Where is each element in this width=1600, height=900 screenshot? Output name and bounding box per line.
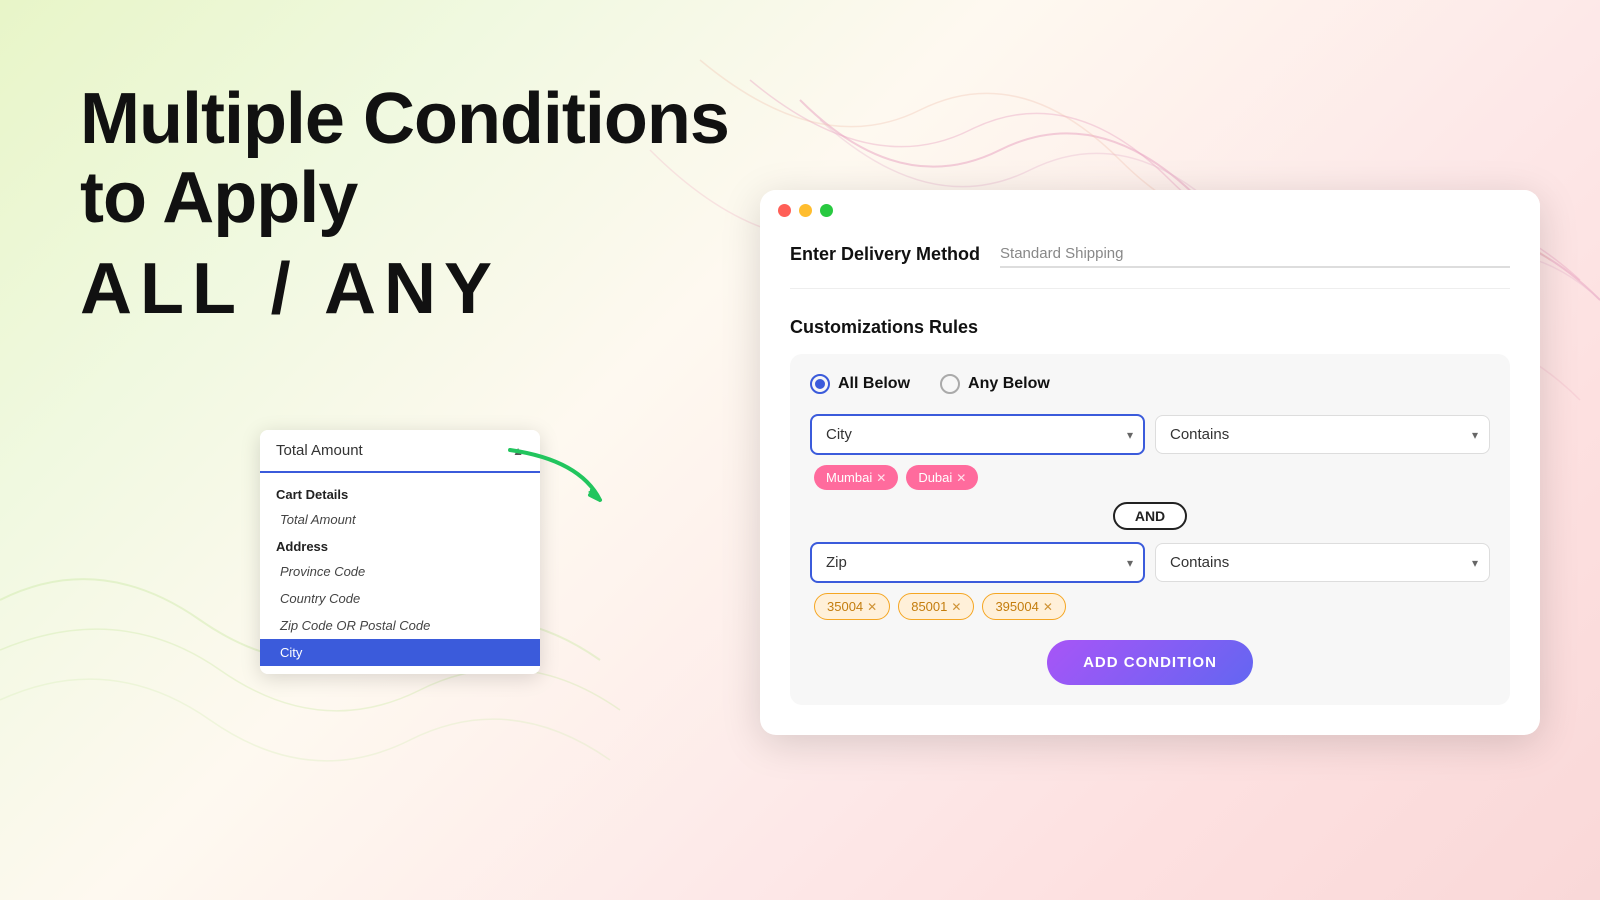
city-tag-mumbai[interactable]: Mumbai ✕ [814, 465, 898, 490]
toggle-any-below-label: Any Below [968, 375, 1050, 393]
address-section-label: Address [260, 533, 540, 558]
condition-row-city: City Zip Province Code Country Code Tota… [810, 414, 1490, 455]
city-tag-dubai[interactable]: Dubai ✕ [906, 465, 978, 490]
rule-toggle-row: All Below Any Below [810, 374, 1490, 394]
city-tag-mumbai-text: Mumbai [826, 470, 872, 485]
subtitle: ALL / ANY [80, 248, 729, 330]
zip-operator-select[interactable]: Contains Does not contain Equals [1155, 543, 1490, 582]
zip-tag-395004[interactable]: 395004 ✕ [982, 593, 1065, 620]
zip-tag-85001-close-icon[interactable]: ✕ [951, 600, 961, 614]
city-operator-select[interactable]: Contains Does not contain Equals [1155, 415, 1490, 454]
app-window: Enter Delivery Method Customizations Rul… [760, 190, 1540, 735]
condition-row-zip: City Zip Province Code Country Code Tota… [810, 542, 1490, 583]
zip-tag-85001-text: 85001 [911, 599, 947, 614]
zip-tag-35004-close-icon[interactable]: ✕ [867, 600, 877, 614]
dropdown-item-total-amount[interactable]: Total Amount [260, 506, 540, 533]
rules-title: Customizations Rules [790, 317, 1510, 338]
delivery-method-input[interactable] [1000, 241, 1510, 268]
zip-tag-85001[interactable]: 85001 ✕ [898, 593, 974, 620]
title-line2: to Apply [80, 158, 357, 238]
dropdown-item-zip-code[interactable]: Zip Code OR Postal Code [260, 612, 540, 639]
zip-operator-wrapper: Contains Does not contain Equals ▾ [1155, 543, 1490, 582]
dropdown-menu: Cart Details Total Amount Address Provin… [260, 473, 540, 674]
city-field-wrapper: City Zip Province Code Country Code Tota… [810, 414, 1145, 455]
window-titlebar [760, 190, 1540, 231]
dropdown-overlay: Total Amount ▲ Cart Details Total Amount… [260, 430, 540, 674]
dropdown-item-city[interactable]: City [260, 639, 540, 666]
cart-details-section-label: Cart Details [260, 481, 540, 506]
dropdown-item-country-code[interactable]: Country Code [260, 585, 540, 612]
window-body: Enter Delivery Method Customizations Rul… [760, 231, 1540, 735]
rules-section: Customizations Rules All Below Any Below [790, 317, 1510, 705]
zip-tag-395004-close-icon[interactable]: ✕ [1043, 600, 1053, 614]
zip-tag-395004-text: 395004 [995, 599, 1038, 614]
zip-tags-row: 35004 ✕ 85001 ✕ 395004 ✕ [810, 593, 1490, 620]
city-field-select[interactable]: City Zip Province Code Country Code Tota… [810, 414, 1145, 455]
delivery-method-label: Enter Delivery Method [790, 244, 980, 265]
titlebar-dot-yellow[interactable] [799, 204, 812, 217]
city-tags-row: Mumbai ✕ Dubai ✕ [810, 465, 1490, 490]
zip-field-wrapper: City Zip Province Code Country Code Tota… [810, 542, 1145, 583]
and-badge: AND [1113, 502, 1187, 530]
radio-all-below-inner [815, 379, 825, 389]
dropdown-trigger[interactable]: Total Amount ▲ [260, 430, 540, 473]
titlebar-dot-red[interactable] [778, 204, 791, 217]
toggle-all-below-label: All Below [838, 375, 910, 393]
add-condition-row: ADD CONDITION [810, 640, 1490, 685]
radio-all-below[interactable] [810, 374, 830, 394]
zip-tag-35004-text: 35004 [827, 599, 863, 614]
city-tag-dubai-text: Dubai [918, 470, 952, 485]
toggle-any-below[interactable]: Any Below [940, 374, 1050, 394]
title-line1: Multiple Conditions [80, 79, 729, 159]
delivery-method-row: Enter Delivery Method [790, 241, 1510, 289]
radio-any-below[interactable] [940, 374, 960, 394]
dropdown-trigger-text: Total Amount [276, 442, 363, 459]
zip-field-select[interactable]: City Zip Province Code Country Code Tota… [810, 542, 1145, 583]
dropdown-item-province-code[interactable]: Province Code [260, 558, 540, 585]
rules-box: All Below Any Below City Zip Province Co… [790, 354, 1510, 705]
titlebar-dot-green[interactable] [820, 204, 833, 217]
and-badge-row: AND [810, 502, 1490, 530]
toggle-all-below[interactable]: All Below [810, 374, 910, 394]
left-text-section: Multiple Conditions to Apply ALL / ANY [80, 80, 729, 330]
city-tag-dubai-close-icon[interactable]: ✕ [956, 471, 966, 485]
green-arrow-decoration [500, 440, 620, 520]
city-tag-mumbai-close-icon[interactable]: ✕ [876, 471, 886, 485]
city-operator-wrapper: Contains Does not contain Equals ▾ [1155, 415, 1490, 454]
zip-tag-35004[interactable]: 35004 ✕ [814, 593, 890, 620]
add-condition-button[interactable]: ADD CONDITION [1047, 640, 1253, 685]
